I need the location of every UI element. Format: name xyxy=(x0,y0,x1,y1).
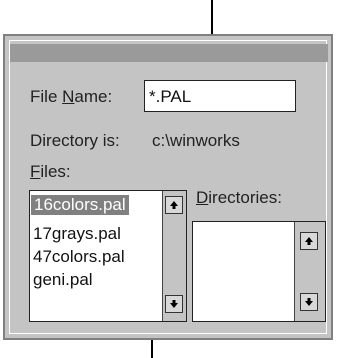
scroll-down-arrow-icon xyxy=(305,298,313,306)
directory-value: c:\winworks xyxy=(152,131,240,150)
file-name-input[interactable]: *.PAL xyxy=(144,80,296,112)
scroll-up-button[interactable] xyxy=(165,196,183,214)
file-name-label: File Name: xyxy=(30,87,113,106)
scroll-up-arrow-icon xyxy=(170,201,178,209)
files-label: Files: xyxy=(30,162,71,181)
directories-listbox[interactable] xyxy=(192,221,326,322)
file-name-value: *.PAL xyxy=(149,87,192,106)
list-item[interactable]: 17grays.pal xyxy=(33,224,121,244)
scroll-down-arrow-icon xyxy=(170,300,178,308)
dialog-titlebar xyxy=(10,44,328,62)
files-listbox[interactable]: 16colors.pal 17grays.pal 47colors.pal ge… xyxy=(29,190,187,322)
directories-label: Directories: xyxy=(196,188,282,207)
scroll-down-button[interactable] xyxy=(165,295,183,313)
list-item-selected[interactable]: 16colors.pal xyxy=(31,195,129,215)
scroll-up-arrow-icon xyxy=(305,237,313,245)
list-item[interactable]: geni.pal xyxy=(33,270,93,290)
scroll-up-button[interactable] xyxy=(300,232,318,250)
scroll-down-button[interactable] xyxy=(300,293,318,311)
files-scrollbar[interactable] xyxy=(162,191,186,321)
directories-scrollbar[interactable] xyxy=(294,222,325,321)
directory-label: Directory is: xyxy=(30,131,120,150)
list-item[interactable]: 47colors.pal xyxy=(33,247,125,267)
